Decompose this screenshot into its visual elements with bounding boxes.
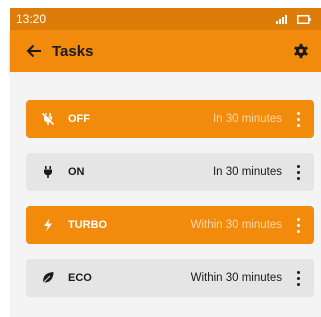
battery-icon: [297, 14, 311, 24]
status-icons: [276, 14, 311, 24]
task-name: TURBO: [68, 219, 108, 231]
status-bar: 13:20: [10, 8, 321, 30]
app-bar: Tasks: [10, 30, 321, 72]
task-row-eco[interactable]: ECO Within 30 minutes: [26, 259, 314, 297]
more-vert-icon[interactable]: [292, 162, 304, 182]
task-name: ON: [68, 166, 85, 178]
lightning-icon: [38, 217, 58, 233]
task-name: OFF: [68, 113, 90, 125]
status-time: 13:20: [16, 12, 47, 26]
more-vert-icon[interactable]: [292, 109, 304, 129]
more-vert-icon[interactable]: [292, 268, 304, 288]
task-time: Within 30 minutes: [190, 272, 282, 284]
plug-icon: [38, 164, 58, 180]
page-title: Tasks: [52, 42, 94, 60]
task-list: OFF In 30 minutes ON In 30 minutes TURBO…: [10, 72, 321, 317]
task-time: In 30 minutes: [212, 113, 282, 125]
back-arrow-icon[interactable]: [26, 44, 42, 58]
task-name: ECO: [68, 272, 92, 284]
task-time: Within 30 minutes: [190, 219, 282, 231]
task-time: In 30 minutes: [212, 166, 282, 178]
leaf-icon: [38, 270, 58, 286]
plug-off-icon: [38, 111, 58, 127]
more-vert-icon[interactable]: [292, 215, 304, 235]
task-row-off[interactable]: OFF In 30 minutes: [26, 100, 314, 138]
task-row-turbo[interactable]: TURBO Within 30 minutes: [26, 206, 314, 244]
signal-icon: [276, 14, 287, 24]
gear-icon[interactable]: [293, 43, 309, 59]
task-row-on[interactable]: ON In 30 minutes: [26, 153, 314, 191]
